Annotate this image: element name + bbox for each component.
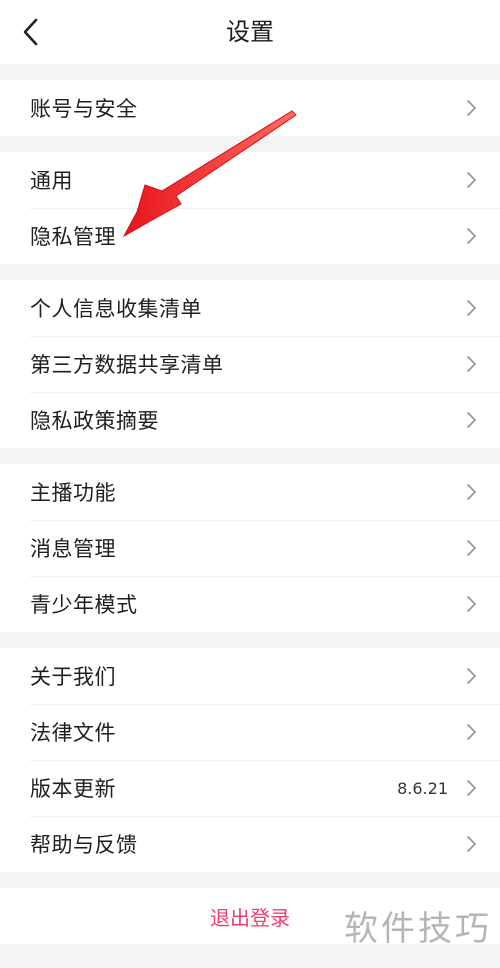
chevron-right-icon — [467, 668, 476, 684]
settings-row-personal-info-list[interactable]: 个人信息收集清单 — [0, 280, 500, 336]
settings-group-about: 关于我们 法律文件 版本更新 8.6.21 帮助与反馈 — [0, 648, 500, 872]
chevron-right-icon — [467, 228, 476, 244]
settings-row-about-us[interactable]: 关于我们 — [0, 648, 500, 704]
row-label: 消息管理 — [30, 537, 116, 561]
chevron-right-icon — [467, 300, 476, 316]
page-title: 设置 — [226, 18, 274, 46]
chevron-right-icon — [467, 780, 476, 796]
settings-row-streamer-features[interactable]: 主播功能 — [0, 464, 500, 520]
settings-group-features: 主播功能 消息管理 青少年模式 — [0, 464, 500, 632]
row-label: 关于我们 — [30, 665, 116, 689]
section-gap — [0, 264, 500, 280]
settings-row-general[interactable]: 通用 — [0, 152, 500, 208]
row-label: 主播功能 — [30, 481, 116, 505]
section-gap — [0, 632, 500, 648]
row-label: 青少年模式 — [30, 593, 138, 617]
settings-row-privacy-management[interactable]: 隐私管理 — [0, 208, 500, 264]
settings-group-account: 账号与安全 — [0, 80, 500, 136]
settings-group-general: 通用 隐私管理 — [0, 152, 500, 264]
chevron-right-icon — [467, 484, 476, 500]
section-gap — [0, 448, 500, 464]
settings-row-legal-documents[interactable]: 法律文件 — [0, 704, 500, 760]
chevron-right-icon — [467, 412, 476, 428]
logout-label: 退出登录 — [210, 905, 290, 930]
row-label: 账号与安全 — [30, 97, 138, 121]
settings-row-youth-mode[interactable]: 青少年模式 — [0, 576, 500, 632]
row-label: 版本更新 — [30, 777, 116, 801]
watermark-text: 软件技巧 — [344, 909, 492, 949]
row-label: 通用 — [30, 169, 73, 193]
settings-row-help-feedback[interactable]: 帮助与反馈 — [0, 816, 500, 872]
row-label: 法律文件 — [30, 721, 116, 745]
version-number: 8.6.21 — [397, 778, 448, 798]
chevron-right-icon — [467, 100, 476, 116]
chevron-right-icon — [467, 724, 476, 740]
section-gap — [0, 872, 500, 888]
row-label: 第三方数据共享清单 — [30, 353, 224, 377]
top-bar: 设置 — [0, 0, 500, 64]
settings-row-message-management[interactable]: 消息管理 — [0, 520, 500, 576]
chevron-right-icon — [467, 596, 476, 612]
settings-row-version-update[interactable]: 版本更新 8.6.21 — [0, 760, 500, 816]
row-label: 帮助与反馈 — [30, 833, 138, 857]
chevron-right-icon — [467, 356, 476, 372]
row-label: 隐私政策摘要 — [30, 409, 159, 433]
section-gap — [0, 136, 500, 152]
chevron-right-icon — [467, 836, 476, 852]
chevron-right-icon — [467, 172, 476, 188]
row-label: 个人信息收集清单 — [30, 297, 202, 321]
settings-group-privacy-docs: 个人信息收集清单 第三方数据共享清单 隐私政策摘要 — [0, 280, 500, 448]
settings-row-privacy-summary[interactable]: 隐私政策摘要 — [0, 392, 500, 448]
chevron-right-icon — [467, 540, 476, 556]
settings-row-third-party-sharing[interactable]: 第三方数据共享清单 — [0, 336, 500, 392]
row-label: 隐私管理 — [30, 225, 116, 249]
section-gap — [0, 64, 500, 80]
settings-row-account-security[interactable]: 账号与安全 — [0, 80, 500, 136]
